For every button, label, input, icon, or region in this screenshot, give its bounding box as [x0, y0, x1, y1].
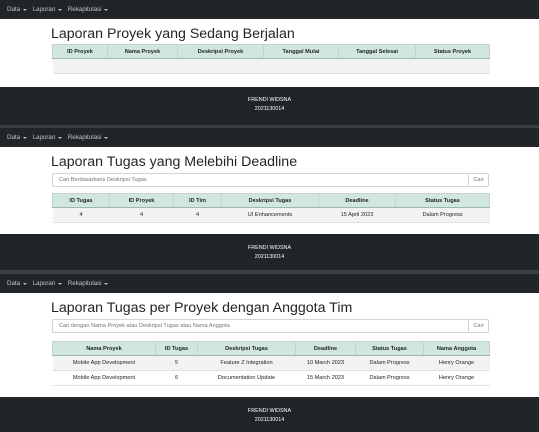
column-header: Status Proyek — [415, 44, 490, 59]
nav-laporan-label: Laporan — [32, 134, 56, 141]
column-header: ID Tugas — [155, 341, 198, 356]
caret-down-icon — [22, 136, 27, 139]
table-cell: Mobile App Development — [52, 370, 156, 386]
column-header: ID Tugas — [52, 193, 110, 208]
table-cell: Documentation Update — [197, 370, 296, 386]
table-cell: 4 — [52, 207, 110, 223]
nav-rekapitulasi-label: Rekapitulasi — [67, 280, 102, 287]
nav-laporan-dropdown[interactable]: Laporan — [33, 6, 62, 13]
column-header: ID Proyek — [52, 44, 108, 59]
table-row: 4 4 4 UI Enhancements 15 April 2023 Dala… — [52, 207, 490, 223]
search-input[interactable] — [52, 319, 468, 333]
nav-laporan-dropdown[interactable]: Laporan — [33, 280, 62, 287]
column-header: ID Proyek — [109, 193, 174, 208]
search-button[interactable]: Cari — [468, 319, 489, 333]
column-header: Status Tugas — [355, 341, 424, 356]
column-header: Deskripsi Proyek — [177, 44, 264, 59]
table-cell: Dalam Progress — [355, 370, 424, 386]
navbar: Data Laporan Rekapitulasi — [0, 128, 539, 147]
column-header: Tanggal Mulai — [263, 44, 339, 59]
table-cell: Dalam Progress — [355, 355, 424, 371]
search-input[interactable] — [52, 173, 468, 187]
column-header: Deadline — [295, 341, 356, 356]
nav-laporan-label: Laporan — [32, 6, 56, 13]
column-header: Tanggal Selesai — [338, 44, 416, 59]
table-cell: 15 March 2023 — [295, 370, 356, 386]
footer-name: FRENDI WIDSNA — [247, 97, 292, 103]
projects-table: ID Proyek Nama Proyek Deskripsi Proyek T… — [52, 44, 490, 74]
nav-rekapitulasi-dropdown[interactable]: Rekapitulasi — [67, 280, 109, 287]
nav-data-dropdown[interactable]: Data — [7, 6, 27, 13]
table-cell: 10 March 2023 — [295, 355, 356, 371]
column-header: Deskripsi Tugas — [221, 193, 319, 208]
table-cell: UI Enhancements — [221, 207, 319, 223]
footer-id: 2021130014 — [254, 417, 285, 423]
column-header: Deadline — [318, 193, 396, 208]
column-header: Deskripsi Tugas — [197, 341, 296, 356]
table-row: Mobile App Development 6 Documentation U… — [52, 370, 490, 386]
overdue-tasks-table: ID Tugas ID Proyek ID Tim Deskripsi Tuga… — [52, 193, 490, 223]
table-header-row: Nama Proyek ID Tugas Deskripsi Tugas Dea… — [52, 341, 490, 356]
nav-data-label: Data — [7, 280, 21, 287]
navbar: Data Laporan Rekapitulasi — [0, 274, 539, 293]
table-header-row: ID Proyek Nama Proyek Deskripsi Proyek T… — [52, 44, 490, 59]
table-cell: Dalam Progress — [395, 207, 490, 223]
table-cell: 6 — [155, 370, 198, 386]
caret-down-icon — [104, 282, 109, 285]
navbar: Data Laporan Rekapitulasi — [0, 0, 539, 19]
caret-down-icon — [104, 136, 109, 139]
search-button[interactable]: Cari — [468, 173, 489, 187]
page-title: Laporan Tugas yang Melebihi Deadline — [51, 154, 298, 170]
footer: FRENDI WIDSNA 2021130014 — [0, 397, 539, 432]
column-header: Nama Proyek — [52, 341, 156, 356]
footer-name: FRENDI WIDSNA — [247, 245, 292, 251]
footer-name: FRENDI WIDSNA — [247, 408, 292, 414]
table-cell: Henry Orange — [423, 370, 490, 386]
table-cell: Mobile App Development — [52, 355, 156, 371]
nav-rekapitulasi-dropdown[interactable]: Rekapitulasi — [67, 6, 109, 13]
table-cell: Feature Z Integration — [197, 355, 296, 371]
page-title: Laporan Proyek yang Sedang Berjalan — [51, 26, 295, 42]
column-header: Nama Anggota — [423, 341, 490, 356]
table-cell: 15 April 2023 — [318, 207, 396, 223]
caret-down-icon — [57, 8, 62, 11]
footer: FRENDI WIDSNA 2021130014 — [0, 234, 539, 270]
caret-down-icon — [57, 136, 62, 139]
page-title: Laporan Tugas per Proyek dengan Anggota … — [51, 300, 353, 316]
nav-data-label: Data — [7, 134, 21, 141]
footer-id: 2021130014 — [254, 106, 285, 112]
search-bar: Cari — [52, 319, 489, 333]
nav-rekapitulasi-label: Rekapitulasi — [67, 134, 102, 141]
table-header-row: ID Tugas ID Proyek ID Tim Deskripsi Tuga… — [52, 193, 490, 208]
table-cell: Henry Orange — [423, 355, 490, 371]
caret-down-icon — [104, 8, 109, 11]
content-panel: Laporan Tugas yang Melebihi Deadline Car… — [0, 147, 539, 234]
footer: FRENDI WIDSNA 2021130014 — [0, 87, 539, 125]
caret-down-icon — [22, 282, 27, 285]
nav-rekapitulasi-label: Rekapitulasi — [67, 6, 102, 13]
content-panel: Laporan Tugas per Proyek dengan Anggota … — [0, 293, 539, 397]
nav-rekapitulasi-dropdown[interactable]: Rekapitulasi — [67, 134, 109, 141]
column-header: Status Tugas — [395, 193, 490, 208]
nav-data-dropdown[interactable]: Data — [7, 134, 27, 141]
caret-down-icon — [22, 8, 27, 11]
nav-data-dropdown[interactable]: Data — [7, 280, 27, 287]
search-bar: Cari — [52, 173, 489, 187]
caret-down-icon — [57, 282, 62, 285]
nav-laporan-label: Laporan — [32, 280, 56, 287]
tasks-by-project-table: Nama Proyek ID Tugas Deskripsi Tugas Dea… — [52, 341, 490, 386]
content-panel: Laporan Proyek yang Sedang Berjalan ID P… — [0, 19, 539, 87]
nav-laporan-dropdown[interactable]: Laporan — [33, 134, 62, 141]
table-cell: 4 — [173, 207, 222, 223]
column-header: ID Tim — [173, 193, 222, 208]
table-row: Mobile App Development 5 Feature Z Integ… — [52, 355, 490, 371]
table-row-empty — [52, 58, 490, 74]
table-cell: 4 — [109, 207, 174, 223]
footer-id: 2021130014 — [254, 254, 285, 260]
column-header: Nama Proyek — [107, 44, 178, 59]
table-cell: 5 — [155, 355, 198, 371]
nav-data-label: Data — [7, 6, 21, 13]
